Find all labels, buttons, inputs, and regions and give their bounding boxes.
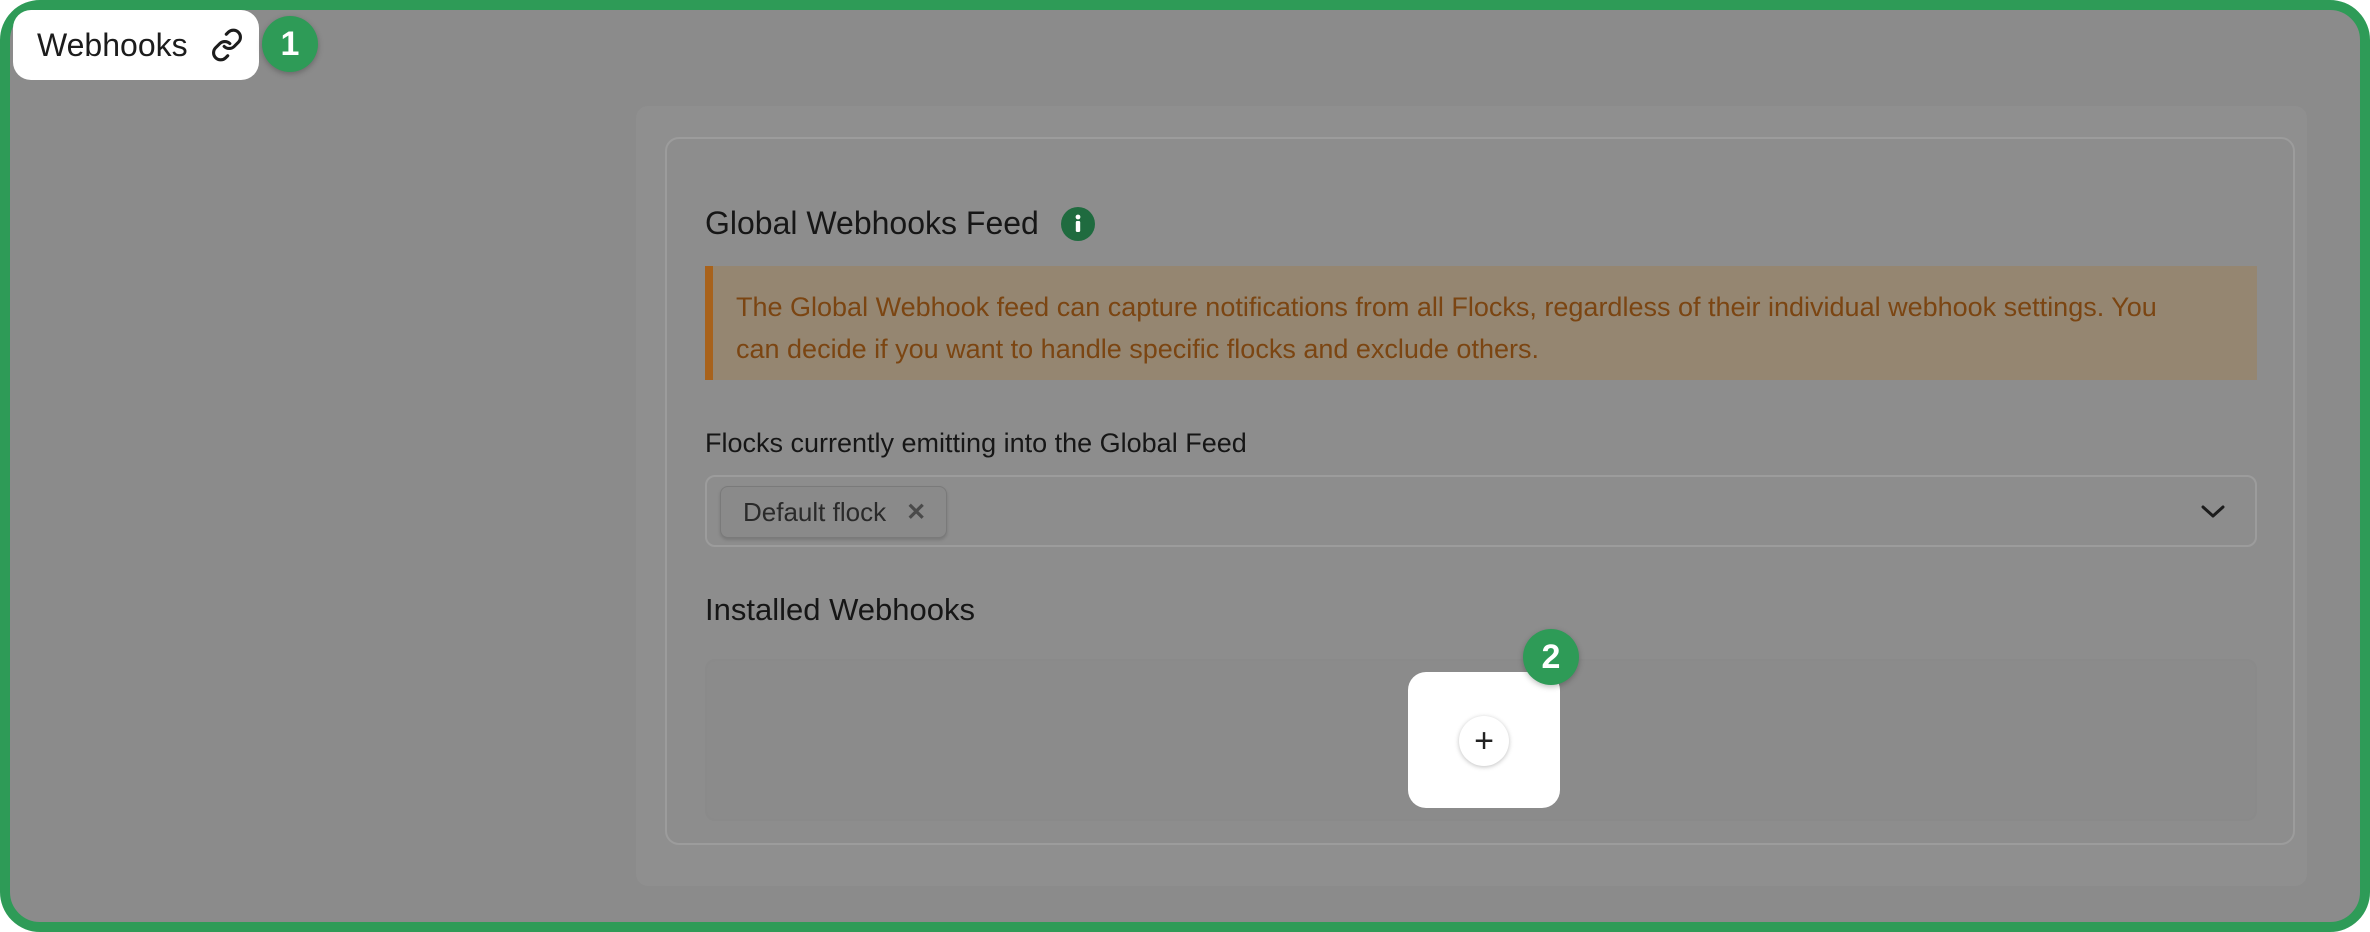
notice-line-1: The Global Webhook feed can capture noti… [736, 292, 2157, 322]
global-feed-notice: The Global Webhook feed can capture noti… [705, 266, 2257, 380]
page-title: Webhooks [37, 26, 188, 63]
link-icon[interactable] [210, 28, 244, 62]
info-icon[interactable] [1060, 206, 1095, 241]
installed-webhooks-heading: Installed Webhooks [705, 592, 975, 627]
close-icon[interactable]: ✕ [906, 498, 926, 527]
title-highlight: Webhooks [13, 10, 259, 80]
flocks-multiselect[interactable]: Default flock ✕ [705, 475, 2257, 547]
emitting-flocks-label: Flocks currently emitting into the Globa… [705, 428, 1247, 458]
step-badge-2: 2 [1523, 629, 1579, 685]
chevron-down-icon[interactable] [2199, 501, 2227, 521]
add-webhook-button[interactable]: + [1459, 716, 1509, 766]
global-feed-heading: Global Webhooks Feed [705, 205, 1095, 242]
global-feed-title: Global Webhooks Feed [705, 205, 1039, 241]
step-badge-1: 1 [262, 16, 318, 72]
notice-line-2: can decide if you want to handle specifi… [736, 334, 1539, 364]
flock-chip-label: Default flock [743, 496, 887, 527]
flock-chip: Default flock ✕ [720, 486, 948, 538]
